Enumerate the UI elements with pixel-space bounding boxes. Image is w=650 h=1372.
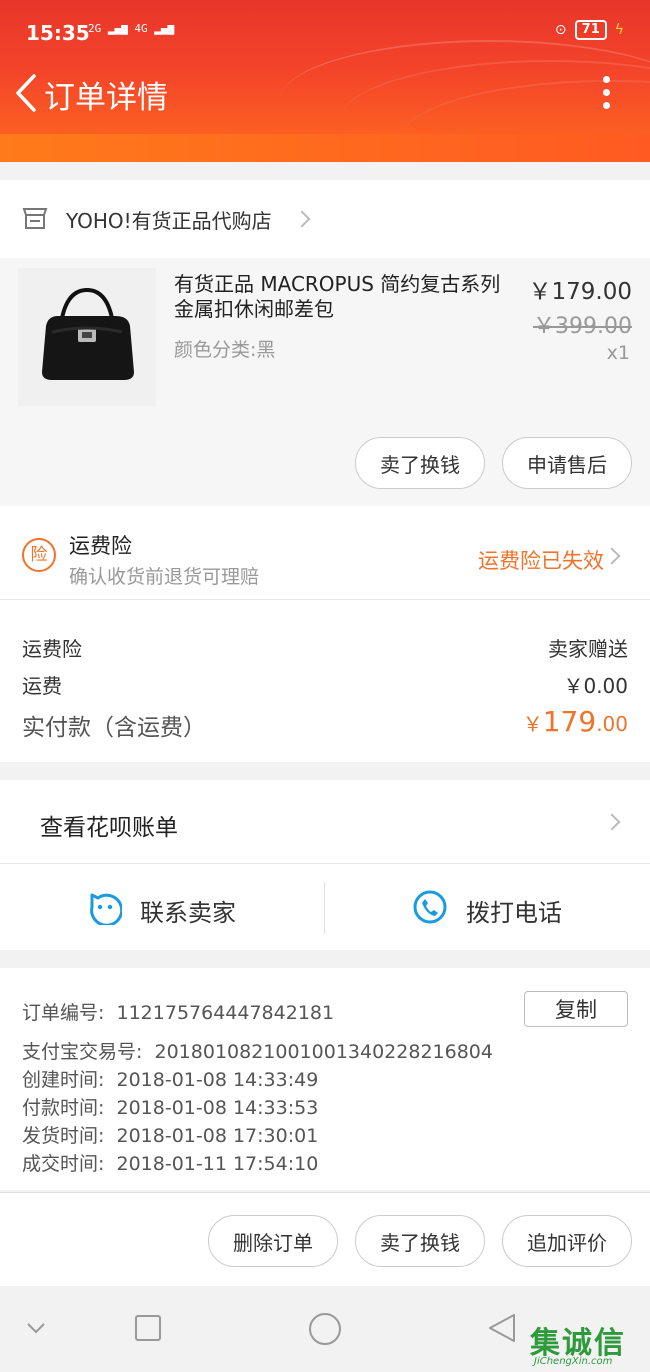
insurance-subtitle: 确认收货前退货可理赔 <box>69 566 260 588</box>
created-time-label: 创建时间: <box>22 1069 105 1091</box>
product-price: ￥179.00 <box>528 279 632 305</box>
store-icon <box>22 208 48 229</box>
battery-indicator: 71 <box>574 20 607 40</box>
phone-icon <box>413 890 447 924</box>
header-strip <box>0 134 650 162</box>
sell-button[interactable]: 卖了换钱 <box>355 437 485 489</box>
product-original-price: ￥399.00 <box>533 314 632 339</box>
order-number: 订单编号: 112175764447842181 <box>22 998 334 1025</box>
charging-icon: ϟ <box>614 22 624 38</box>
status-time: 15:35 <box>26 21 90 45</box>
total-integer: 179 <box>542 705 597 738</box>
paid-time-value: 2018-01-08 14:33:53 <box>116 1097 319 1119</box>
paid-time: 付款时间: 2018-01-08 14:33:53 <box>22 1093 318 1120</box>
completed-time: 成交时间: 2018-01-11 17:54:10 <box>22 1149 318 1176</box>
copy-button[interactable]: 复制 <box>524 991 628 1027</box>
signal-2g-label: 2G <box>88 22 102 35</box>
insurance-title: 运费险 <box>69 534 132 558</box>
back-triangle-icon[interactable] <box>486 1312 518 1344</box>
huabei-bill-label[interactable]: 查看花呗账单 <box>40 808 178 842</box>
after-sales-button[interactable]: 申请售后 <box>502 437 632 489</box>
completed-time-label: 成交时间: <box>22 1153 105 1175</box>
signal-bars-icon: ▂▄▆ <box>154 22 175 35</box>
order-number-value: 112175764447842181 <box>116 1002 335 1024</box>
signal-indicator: 2G ▂▄▆ 4G ▂▄▆ <box>88 22 174 35</box>
product-spec: 颜色分类:黑 <box>174 339 276 361</box>
home-icon[interactable] <box>307 1311 343 1347</box>
created-time: 创建时间: 2018-01-08 14:33:49 <box>22 1065 318 1092</box>
page-title: 订单详情 <box>44 80 168 116</box>
back-arrow-icon[interactable] <box>12 72 42 114</box>
contact-divider <box>324 882 325 934</box>
signal-bars-icon: ▂▄▆ <box>107 22 128 35</box>
alipay-trade-value: 2018010821001001340228216804 <box>154 1041 493 1063</box>
watermark-url: JiChengXin.com <box>534 1356 613 1367</box>
delete-order-button[interactable]: 删除订单 <box>208 1215 338 1267</box>
sell-button[interactable]: 卖了换钱 <box>355 1215 485 1267</box>
fee-value: 卖家赠送 <box>548 637 628 661</box>
signal-4g-label: 4G <box>134 22 148 35</box>
product-image[interactable] <box>18 268 156 406</box>
shop-name[interactable]: YOHO!有货正品代购店 <box>66 205 272 234</box>
order-number-label: 订单编号: <box>22 1002 105 1024</box>
total-decimal: .00 <box>596 712 628 736</box>
shipped-time: 发货时间: 2018-01-08 17:30:01 <box>22 1121 318 1148</box>
contact-seller-button[interactable]: 联系卖家 <box>140 893 236 928</box>
created-time-value: 2018-01-08 14:33:49 <box>116 1069 319 1091</box>
status-icons: ⊙ 71 ϟ <box>555 20 624 40</box>
shipped-time-value: 2018-01-08 17:30:01 <box>116 1125 319 1147</box>
lock-rotation-icon: ⊙ <box>554 22 567 38</box>
product-title[interactable]: 有货正品 MACROPUS 简约复古系列金属扣休闲邮差包 <box>174 272 519 322</box>
bag-image <box>42 287 134 380</box>
product-quantity: x1 <box>606 342 630 364</box>
chat-face-icon <box>90 893 122 925</box>
recent-apps-icon[interactable] <box>134 1314 162 1342</box>
fee-value: ￥0.00 <box>563 674 628 698</box>
fee-label: 运费 <box>22 674 62 698</box>
total-amount: ￥179.00 <box>523 705 628 738</box>
insurance-status[interactable]: 运费险已失效 <box>478 545 604 575</box>
total-label: 实付款（含运费） <box>22 715 206 741</box>
alipay-trade-number: 支付宝交易号: 2018010821001001340228216804 <box>22 1037 493 1064</box>
shipped-time-label: 发货时间: <box>22 1125 105 1147</box>
paid-time-label: 付款时间: <box>22 1097 105 1119</box>
more-menu-icon[interactable] <box>598 76 614 110</box>
insurance-badge-icon: 险 <box>22 538 56 572</box>
alipay-trade-label: 支付宝交易号: <box>22 1041 143 1063</box>
chevron-down-icon[interactable] <box>24 1318 48 1338</box>
fee-label: 运费险 <box>22 637 82 661</box>
call-phone-button[interactable]: 拨打电话 <box>466 893 562 928</box>
completed-time-value: 2018-01-11 17:54:10 <box>116 1153 319 1175</box>
add-review-button[interactable]: 追加评价 <box>502 1215 632 1267</box>
total-currency: ￥ <box>522 712 543 736</box>
